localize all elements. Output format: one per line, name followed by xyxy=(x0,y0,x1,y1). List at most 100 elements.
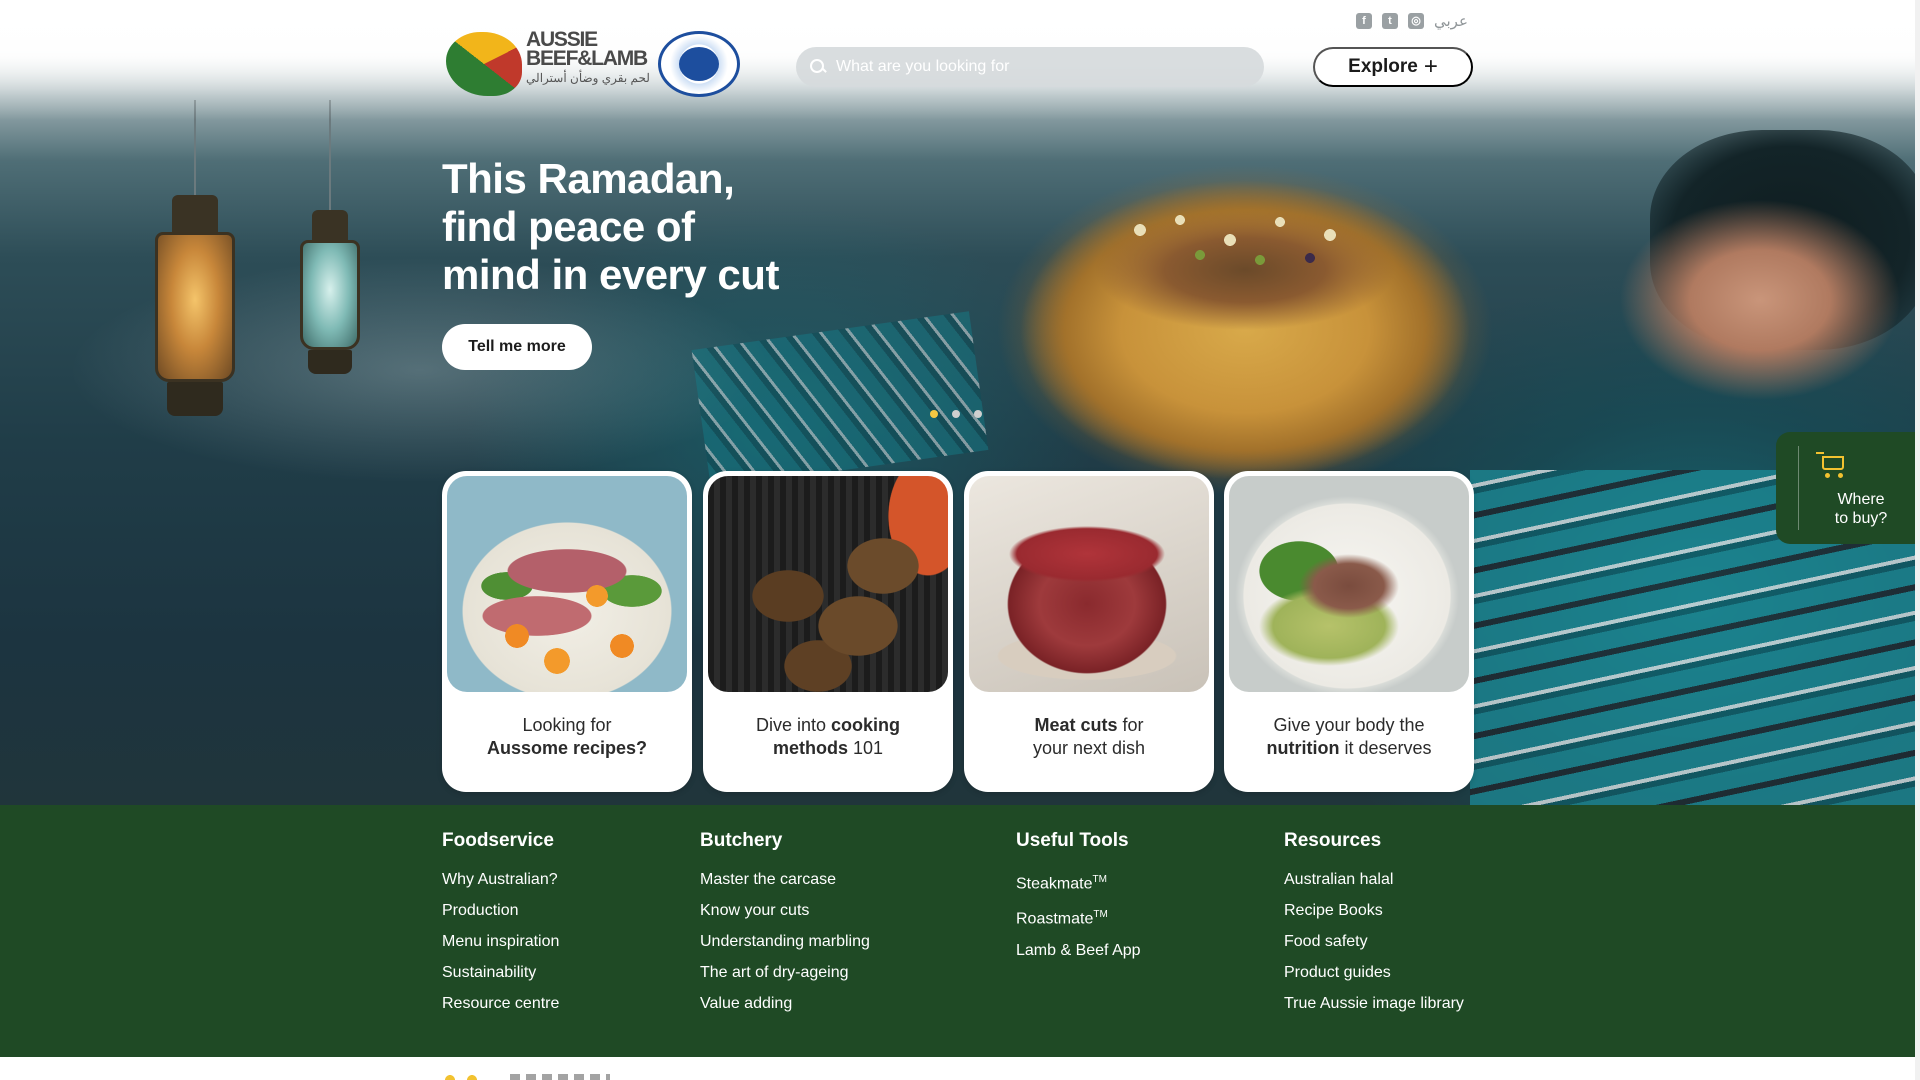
footer-column-resources: Resources Australian halal Recipe Books … xyxy=(1284,829,1464,1025)
footer-link-steakmate[interactable]: SteakmateTM xyxy=(1016,870,1141,893)
lantern-left xyxy=(140,100,250,440)
australia-map-icon xyxy=(446,32,522,96)
footer-link[interactable]: Production xyxy=(442,901,559,920)
cart-icon xyxy=(1816,452,1846,478)
footer-link[interactable]: Menu inspiration xyxy=(442,932,559,951)
card-caption: Give your body the nutrition it deserves xyxy=(1234,714,1464,760)
card-caption-bold: methods xyxy=(772,738,848,758)
footer-link[interactable]: Recipe Books xyxy=(1284,901,1464,920)
card-caption-bold: Aussome recipes? xyxy=(486,738,648,758)
card-caption-line: Looking for xyxy=(522,715,612,735)
footer-link[interactable]: Resource centre xyxy=(442,994,559,1013)
nut-garnish-image xyxy=(1100,200,1400,280)
lantern-right xyxy=(290,100,370,374)
footer-link[interactable]: Value adding xyxy=(700,994,870,1013)
carousel-dots xyxy=(930,410,982,418)
hero-title-line: find peace of xyxy=(442,203,695,250)
card-caption-text: 101 xyxy=(847,738,884,758)
footer-link[interactable]: Know your cuts xyxy=(700,901,870,920)
bottom-strip xyxy=(0,1057,1920,1080)
footer-link[interactable]: Understanding marbling xyxy=(700,932,870,951)
tell-me-more-button[interactable]: Tell me more xyxy=(442,324,592,370)
card-caption-text: for xyxy=(1117,715,1144,735)
footer-link[interactable]: True Aussie image library xyxy=(1284,994,1464,1013)
card-caption-text: it deserves xyxy=(1339,738,1432,758)
where-to-buy-divider xyxy=(1798,446,1799,530)
footer-link[interactable]: Lamb & Beef App xyxy=(1016,941,1141,960)
social-links: f t ◎ عربي xyxy=(1356,12,1468,30)
footer-link[interactable]: Product guides xyxy=(1284,963,1464,982)
explore-button[interactable]: Explore + xyxy=(1313,47,1473,87)
language-switch-link[interactable]: عربي xyxy=(1434,12,1468,30)
scrollbar[interactable] xyxy=(1915,0,1920,1080)
site-logo[interactable]: AUSSIE BEEF&LAMB لحم بقري وضأن أسترالي xyxy=(446,28,742,100)
footer-column-butchery: Butchery Master the carcase Know your cu… xyxy=(700,829,870,1025)
where-to-buy-line-2: to buy? xyxy=(1834,510,1888,527)
footer-column-useful-tools: Useful Tools SteakmateTM RoastmateTM Lam… xyxy=(1016,829,1141,972)
carousel-dot-3[interactable] xyxy=(974,410,982,418)
card-image-grill xyxy=(708,476,948,692)
footer-link-text: Roastmate xyxy=(1016,910,1094,928)
trademark-superscript: TM xyxy=(1093,909,1108,921)
card-image-beef-fillet xyxy=(969,476,1209,692)
hero-title-line: This Ramadan, xyxy=(442,155,735,202)
card-cooking-methods[interactable]: Dive into cooking methods 101 xyxy=(703,471,953,792)
carousel-dot-1[interactable] xyxy=(930,410,938,418)
explore-label: Explore xyxy=(1348,56,1418,77)
search-icon xyxy=(810,59,826,75)
card-caption-line: your next dish xyxy=(1032,738,1146,758)
where-to-buy-line-1: Where xyxy=(1837,491,1885,508)
card-caption: Meat cuts for your next dish xyxy=(974,714,1204,760)
hero-title: This Ramadan, find peace of mind in ever… xyxy=(442,155,842,299)
search-bar[interactable] xyxy=(796,47,1264,87)
logo-line-3-arabic: لحم بقري وضأن أسترالي xyxy=(526,71,650,85)
card-caption: Looking for Aussome recipes? xyxy=(452,714,682,760)
bottom-logo-icon xyxy=(442,1072,482,1080)
trademark-superscript: TM xyxy=(1092,874,1107,885)
plus-icon: + xyxy=(1423,53,1438,80)
card-meat-cuts[interactable]: Meat cuts for your next dish xyxy=(964,471,1214,792)
footer-column-foodservice: Foodservice Why Australian? Production M… xyxy=(442,829,559,1025)
halal-seal-icon xyxy=(658,31,740,97)
card-caption-bold: nutrition xyxy=(1266,738,1340,758)
footer-heading: Useful Tools xyxy=(1016,830,1129,851)
halal-seal-inner xyxy=(679,47,719,81)
footer-link[interactable]: The art of dry-ageing xyxy=(700,963,870,982)
footer-link[interactable]: Sustainability xyxy=(442,963,559,982)
footer-link[interactable]: Why Australian? xyxy=(442,870,559,889)
footer-heading: Resources xyxy=(1284,830,1382,851)
facebook-glyph: f xyxy=(1362,15,1366,27)
hero-title-line: mind in every cut xyxy=(442,251,779,298)
footer-link[interactable]: Australian halal xyxy=(1284,870,1464,889)
footer: Foodservice Why Australian? Production M… xyxy=(0,805,1915,1057)
card-nutrition[interactable]: Give your body the nutrition it deserves xyxy=(1224,471,1474,792)
carousel-dot-2[interactable] xyxy=(952,410,960,418)
facebook-icon[interactable]: f xyxy=(1356,13,1372,29)
search-input[interactable] xyxy=(836,58,1246,76)
card-recipes[interactable]: Looking for Aussome recipes? xyxy=(442,471,692,792)
footer-heading: Butchery xyxy=(700,830,783,851)
card-image-beef-bowl xyxy=(1229,476,1469,692)
logo-line-2: BEEF&LAMB xyxy=(526,47,648,70)
logo-wordmark: AUSSIE BEEF&LAMB لحم بقري وضأن أسترالي xyxy=(526,29,650,85)
instagram-icon[interactable]: ◎ xyxy=(1408,13,1424,29)
page: This Ramadan, find peace of mind in ever… xyxy=(0,0,1920,1080)
where-to-buy-label: Where to buy? xyxy=(1821,490,1901,528)
card-caption: Dive into cooking methods 101 xyxy=(713,714,943,760)
footer-link-text: Steakmate xyxy=(1016,875,1093,893)
footer-link[interactable]: Food safety xyxy=(1284,932,1464,951)
instagram-glyph: ◎ xyxy=(1411,15,1421,27)
card-caption-bold: cooking xyxy=(831,715,901,735)
card-caption-bold: Meat cuts xyxy=(1034,715,1118,735)
card-image-salad xyxy=(447,476,687,692)
where-to-buy-button[interactable]: Where to buy? xyxy=(1776,432,1920,544)
card-caption-text: Dive into xyxy=(755,715,832,735)
hero-banner: This Ramadan, find peace of mind in ever… xyxy=(0,0,1915,805)
twitter-glyph: t xyxy=(1388,15,1392,27)
bottom-logo-text-partial xyxy=(510,1074,610,1080)
footer-link[interactable]: Master the carcase xyxy=(700,870,870,889)
card-caption-line: Give your body the xyxy=(1273,715,1425,735)
footer-heading: Foodservice xyxy=(442,830,554,851)
footer-link-roastmate[interactable]: RoastmateTM xyxy=(1016,905,1141,928)
twitter-icon[interactable]: t xyxy=(1382,13,1398,29)
